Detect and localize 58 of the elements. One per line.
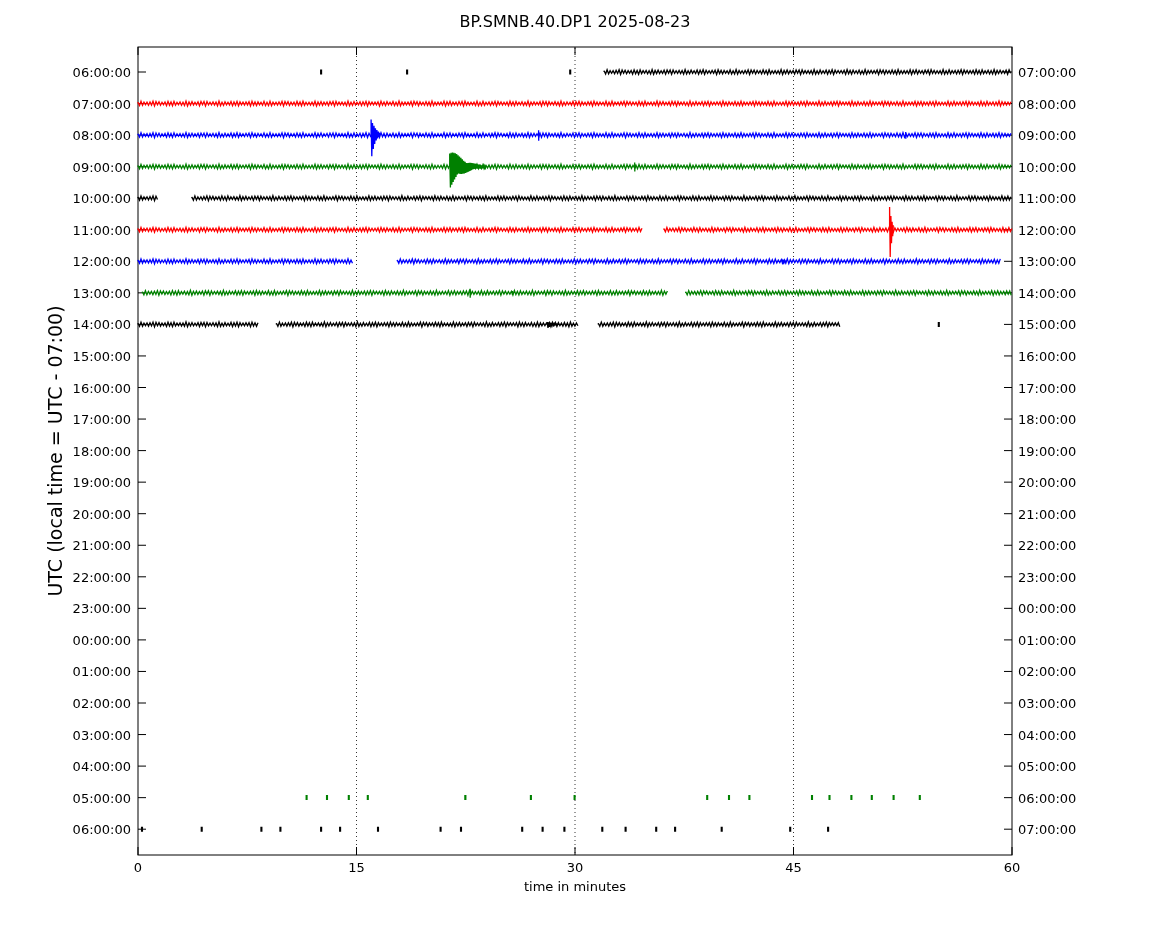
axis-label: 05:00:00 (72, 790, 131, 806)
axis-label: 10:00:00 (72, 191, 131, 207)
chart-title: BP.SMNB.40.DP1 2025-08-23 (459, 12, 691, 31)
axis-label: 22:00:00 (72, 569, 131, 585)
axis-label: 12:00:00 (72, 254, 131, 270)
axis-label: 21:00:00 (1018, 506, 1077, 522)
axis-label: 03:00:00 (1018, 696, 1077, 711)
axis-label: 08:00:00 (72, 128, 131, 144)
axis-label: 16:00:00 (1018, 348, 1077, 364)
axis-label: 11:00:00 (72, 222, 131, 238)
axis-label: 06:00:00 (72, 822, 131, 838)
axis-label: 06:00:00 (72, 65, 131, 80)
axis-label: 03:00:00 (72, 727, 131, 743)
axis-label: 09:00:00 (72, 159, 131, 175)
axis-label: 60 (1003, 860, 1021, 875)
axis-label: 05:00:00 (1018, 759, 1077, 775)
axis-label: 02:00:00 (72, 696, 131, 711)
axis-label: 15:00:00 (1018, 317, 1077, 333)
axis-label: 06:00:00 (1018, 790, 1077, 806)
axis-label: 45 (785, 860, 802, 875)
axis-label: 01:00:00 (72, 664, 131, 680)
axis-label: 17:00:00 (72, 412, 131, 428)
axis-label: 07:00:00 (1018, 65, 1077, 80)
axis-label: 08:00:00 (1018, 96, 1077, 112)
axis-label: 13:00:00 (72, 285, 131, 301)
axis-label: 13:00:00 (1018, 254, 1077, 270)
axis-label: 02:00:00 (1018, 664, 1077, 680)
axis-label: 04:00:00 (1018, 727, 1077, 743)
axis-label: 00:00:00 (1018, 601, 1077, 617)
axis-label: 17:00:00 (1018, 380, 1077, 396)
axis-label: 01:00:00 (1018, 632, 1077, 648)
axis-label: 23:00:00 (72, 601, 131, 617)
axis-label: 15:00:00 (72, 348, 131, 364)
axis-label: 23:00:00 (1018, 569, 1077, 585)
axis-label: 12:00:00 (1018, 222, 1077, 238)
axis-label: 21:00:00 (72, 538, 131, 554)
axis-label: 18:00:00 (1018, 412, 1077, 428)
axis-label: 14:00:00 (72, 317, 131, 333)
y-axis-title: UTC (local time = UTC - 07:00) (44, 305, 66, 597)
axis-label: 20:00:00 (1018, 475, 1077, 491)
axis-label: 18:00:00 (72, 443, 131, 459)
axis-label: 0 (133, 860, 143, 875)
axis-label: 14:00:00 (1018, 285, 1077, 301)
axis-label: 30 (566, 860, 584, 875)
axis-label: 04:00:00 (72, 759, 131, 775)
axis-label: 22:00:00 (1018, 538, 1077, 554)
axis-label: 07:00:00 (1018, 822, 1077, 838)
axis-label: 19:00:00 (72, 475, 131, 491)
axis-label: 07:00:00 (72, 96, 131, 112)
axis-label: 20:00:00 (72, 506, 131, 522)
axis-label: 19:00:00 (1018, 443, 1077, 459)
axis-label: 16:00:00 (72, 380, 131, 396)
axis-label: 09:00:00 (1018, 128, 1077, 144)
axis-label: 15 (348, 860, 365, 875)
axis-label: 11:00:00 (1018, 191, 1077, 207)
x-axis-title: time in minutes (523, 879, 627, 894)
axis-label: 00:00:00 (72, 632, 131, 648)
axis-label: 10:00:00 (1018, 159, 1077, 175)
